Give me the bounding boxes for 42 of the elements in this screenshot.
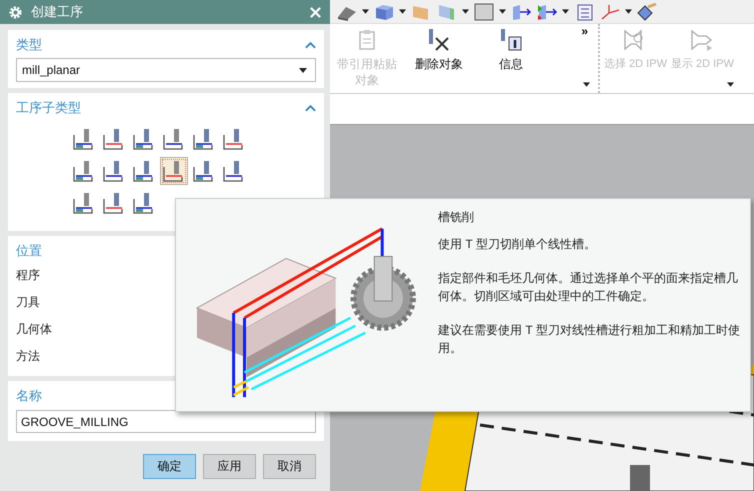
caret-icon[interactable] (462, 9, 469, 14)
tooltip-paragraph: 建议在需要使用 T 型刀对线性槽进行粗加工和精加工时使用。 (438, 322, 741, 357)
arrow-panel-icon[interactable] (510, 2, 532, 21)
diamond-icon[interactable] (636, 2, 658, 21)
chevron-icon[interactable] (305, 41, 316, 49)
field-label: 几何体 (16, 321, 53, 338)
section-title: 名称 (16, 387, 42, 405)
ribbon-button[interactable]: 信息 (480, 28, 542, 93)
dialog-button[interactable]: 应用 (203, 454, 256, 479)
caret-icon[interactable] (726, 82, 734, 87)
field-label: 刀具 (16, 294, 41, 311)
tooltip-title: 槽铣削 (438, 209, 475, 226)
tooltip-paragraph: 使用 T 型刀切削单个线性槽。 (438, 236, 597, 253)
settings-icon[interactable] (8, 4, 23, 20)
arrow-panel-icon[interactable] (536, 2, 558, 21)
section-title: 工序子类型 (16, 99, 81, 117)
section-title: 位置 (16, 242, 42, 260)
field-label: 程序 (16, 267, 41, 284)
square-icon[interactable] (473, 2, 495, 21)
close-icon[interactable] (309, 6, 322, 18)
caret-icon[interactable] (625, 9, 632, 14)
tooltip-paragraph: 指定部件和毛坯几何体。通过选择单个平的面来指定槽几何体。切削区域可由处理中的工件确定。 (438, 270, 739, 305)
ribbon-button[interactable]: 删除对象 (408, 28, 470, 93)
name-input-field[interactable]: GROOVE_MILLING (16, 410, 316, 433)
overflow-chevron[interactable]: » (581, 24, 588, 38)
caret-icon[interactable] (499, 9, 506, 14)
caret-icon[interactable] (562, 9, 569, 14)
caret-icon[interactable] (362, 9, 369, 14)
axes-icon[interactable] (599, 2, 621, 21)
cube-icon[interactable] (373, 2, 395, 21)
operation-subtype-button[interactable] (160, 157, 188, 185)
caret-icon[interactable] (299, 68, 307, 72)
caret-icon[interactable] (583, 82, 590, 87)
dialog-button[interactable]: 确定 (143, 454, 196, 479)
type-dropdown[interactable]: mill_planar (16, 58, 316, 82)
chevron-icon[interactable] (305, 104, 316, 112)
caret-icon[interactable] (399, 9, 406, 14)
dialog-title: 创建工序 (31, 3, 84, 21)
dialog-button[interactable]: 取消 (263, 454, 316, 479)
info-icon (498, 28, 524, 52)
field-label: 方法 (16, 348, 41, 365)
section-title: 类型 (16, 36, 42, 54)
